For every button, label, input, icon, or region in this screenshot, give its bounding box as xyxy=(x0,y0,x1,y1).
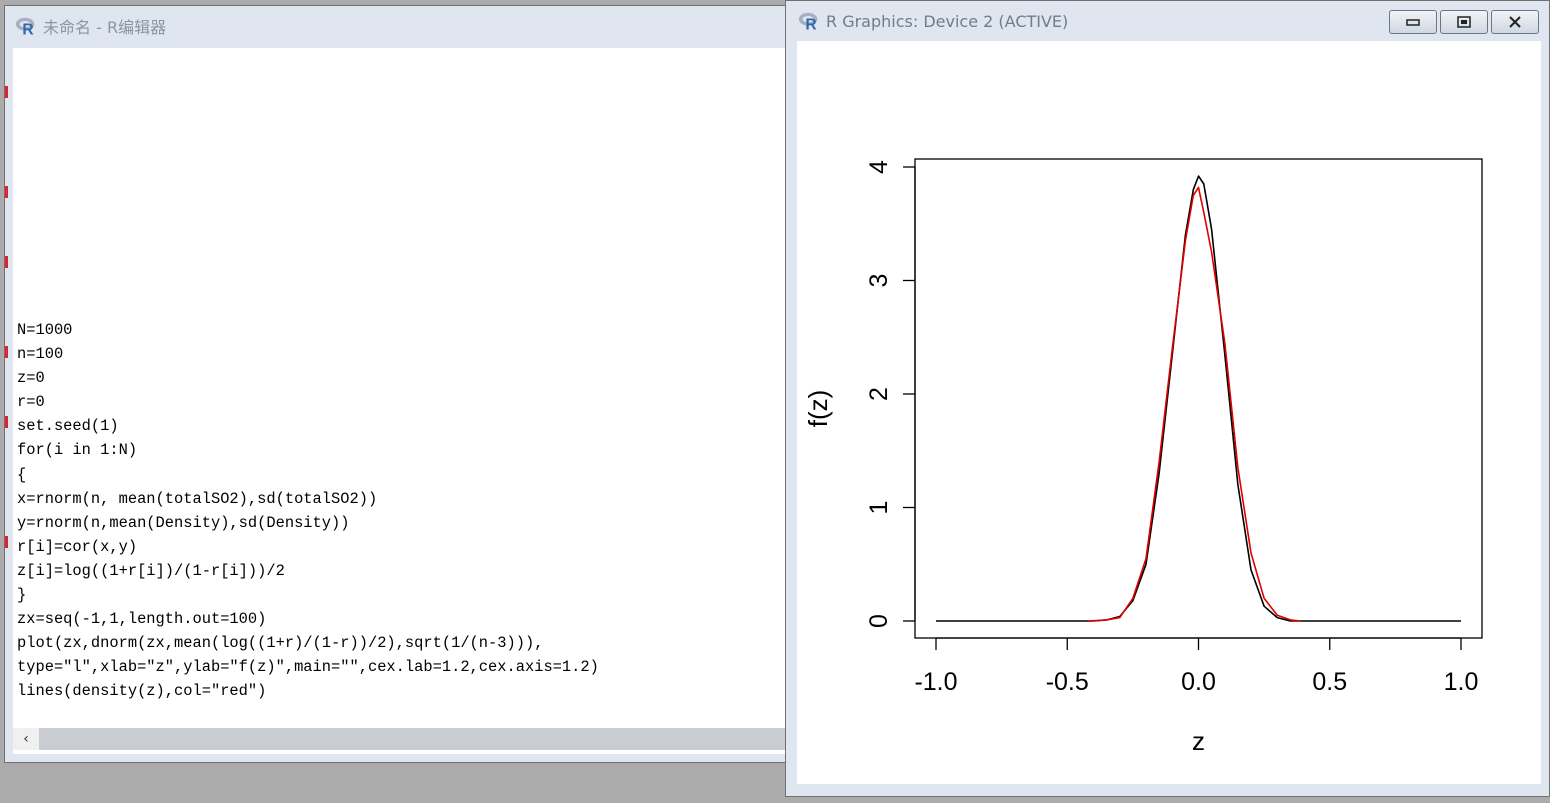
x-axis-title: z xyxy=(1192,726,1205,756)
scroll-left-button[interactable]: ‹ xyxy=(13,728,39,750)
y-tick-label: 3 xyxy=(865,274,893,288)
maximize-button[interactable] xyxy=(1440,10,1488,34)
x-tick-label: -1.0 xyxy=(914,668,957,696)
y-axis-title: f(z) xyxy=(803,390,833,428)
normal-density-line xyxy=(936,175,1461,622)
r-logo-icon: R xyxy=(798,12,818,32)
code-line: x=rnorm(n, mean(totalSO2),sd(totalSO2)) xyxy=(17,489,378,508)
x-tick-label: 1.0 xyxy=(1444,668,1479,696)
minimize-button[interactable] xyxy=(1389,10,1437,34)
maximize-icon xyxy=(1457,16,1471,28)
code-line: y=rnorm(n,mean(Density),sd(Density)) xyxy=(17,513,350,532)
y-tick-label: 1 xyxy=(865,501,893,515)
r-logo-icon: R xyxy=(15,17,35,37)
code-line: set.seed(1) xyxy=(17,417,119,436)
x-tick-label: 0.5 xyxy=(1312,668,1347,696)
x-tick-label: 0.0 xyxy=(1181,668,1216,696)
horizontal-scrollbar[interactable]: ‹ xyxy=(13,728,793,750)
code-line: z=0 xyxy=(17,369,45,388)
y-tick-label: 0 xyxy=(865,614,893,628)
plot-frame xyxy=(914,158,1483,639)
code-block[interactable]: N=1000 n=100 z=0 r=0 set.seed(1) for(i in 1:N… xyxy=(17,318,599,704)
code-line: n=100 xyxy=(17,345,64,364)
code-line: r=0 xyxy=(17,393,45,412)
svg-text:R: R xyxy=(22,21,33,37)
close-button[interactable] xyxy=(1491,10,1539,34)
kernel-density-line xyxy=(1088,186,1301,622)
code-line: for(i in 1:N) xyxy=(17,441,138,460)
background-strip xyxy=(0,763,790,803)
code-line: z[i]=log((1+r[i])/(1-r[i]))/2 xyxy=(17,561,285,580)
svg-text:R: R xyxy=(805,16,816,32)
code-line: zx=seq(-1,1,length.out=100) xyxy=(17,610,267,629)
code-line: plot(zx,dnorm(zx,mean(log((1+r)/(1-r))/2… xyxy=(17,634,544,653)
code-line: N=1000 xyxy=(17,321,73,339)
close-icon xyxy=(1509,16,1521,28)
code-line: lines(density(z),col="red") xyxy=(17,682,267,701)
minimize-icon xyxy=(1406,19,1420,26)
y-tick-label: 4 xyxy=(865,160,893,174)
code-line: { xyxy=(17,465,27,484)
editor-titlebar[interactable]: R 未命名 - R编辑器 xyxy=(5,6,793,46)
graphics-title: R Graphics: Device 2 (ACTIVE) xyxy=(826,11,1069,31)
r-graphics-window[interactable]: R R Graphics: Device 2 (ACTIVE) -1.0 -0.5… xyxy=(785,0,1550,797)
code-line: } xyxy=(17,586,27,605)
plot-area[interactable]: -1.0 -0.5 0.0 0.5 1.0 0 1 2 3 4 z f(z) xyxy=(797,41,1541,784)
y-tick-label: 2 xyxy=(865,387,893,401)
editor-title: 未命名 - R编辑器 xyxy=(43,18,167,37)
gutter-marks xyxy=(5,66,11,626)
x-tick-label: -0.5 xyxy=(1046,668,1089,696)
chevron-left-icon: ‹ xyxy=(23,731,29,747)
code-line: r[i]=cor(x,y) xyxy=(17,537,138,556)
r-editor-window[interactable]: R 未命名 - R编辑器 N=1000 n=100 z=0 r=0 set.seed(1… xyxy=(4,5,794,763)
density-plot: -1.0 -0.5 0.0 0.5 1.0 0 1 2 3 4 z f(z) xyxy=(803,158,1483,756)
editor-text-area[interactable]: N=1000 n=100 z=0 r=0 set.seed(1) for(i in 1:N… xyxy=(13,48,793,754)
code-line: type="l",xlab="z",ylab="f(z)",main="",ce… xyxy=(17,658,599,677)
